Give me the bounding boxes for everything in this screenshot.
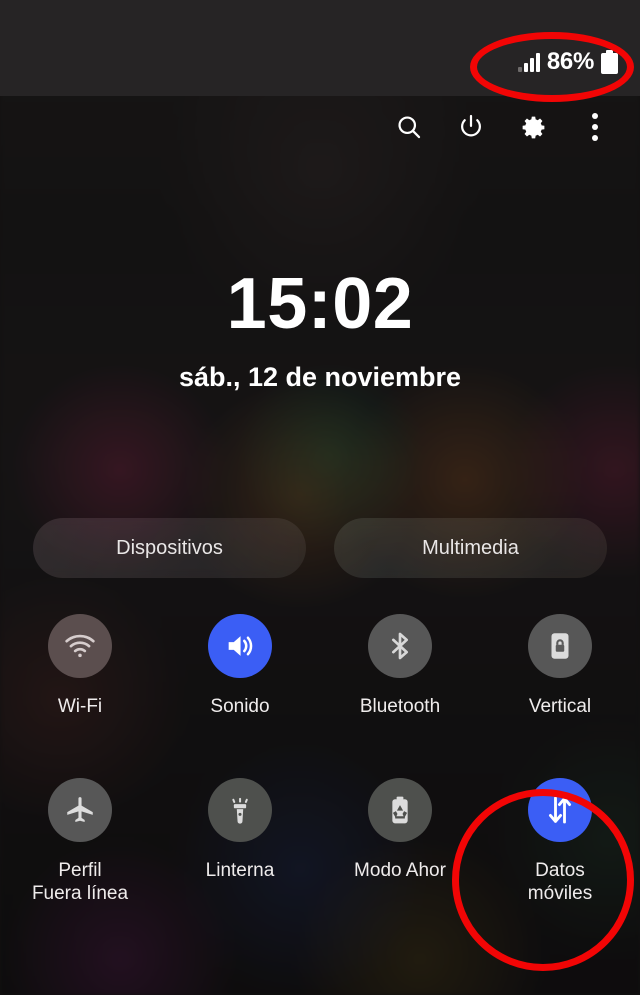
quick-tile-battery-saver[interactable]: Modo Ahor — [320, 778, 480, 905]
flashlight-icon — [208, 778, 272, 843]
battery-percent-label: 86% — [546, 48, 594, 75]
battery-saver-icon — [368, 778, 432, 843]
quick-tile-flashlight[interactable]: Linterna — [160, 778, 320, 905]
status-bar-right-cluster: 86% — [517, 48, 618, 75]
android-quick-settings-panel: 86% 15:02 sáb., 12 de noviembre Disposit… — [0, 0, 640, 995]
quick-tile-rotation[interactable]: Vertical — [480, 614, 640, 718]
quick-tile-rotation-label: Vertical — [528, 696, 592, 717]
quick-tile-battery-saver-label: Modo Ahor — [354, 860, 446, 882]
quick-tile-sound-label: Sonido — [210, 696, 270, 717]
bluetooth-icon — [368, 614, 432, 678]
signal-bars-icon — [517, 52, 540, 72]
quick-tile-flashlight-label: Linterna — [205, 860, 275, 882]
quick-settings-grid: Wi-Fi Sonido Bluetooth Vertical Perfil F… — [0, 614, 640, 906]
wifi-icon — [48, 614, 112, 678]
quick-tile-bluetooth[interactable]: Bluetooth — [320, 614, 480, 718]
quick-tile-mobile-data[interactable]: Datos móviles — [480, 778, 640, 905]
quick-tile-wifi[interactable]: Wi-Fi — [0, 614, 160, 718]
quick-settings-header-icons — [378, 104, 626, 150]
devices-pill[interactable]: Dispositivos — [33, 518, 306, 578]
search-icon[interactable] — [378, 104, 440, 150]
devices-pill-label: Dispositivos — [116, 536, 223, 559]
clock-date[interactable]: sáb., 12 de noviembre — [0, 364, 640, 391]
more-options-icon[interactable] — [564, 104, 626, 150]
media-pill[interactable]: Multimedia — [334, 518, 607, 578]
media-pill-label: Multimedia — [422, 536, 519, 559]
quick-tile-sound[interactable]: Sonido — [160, 614, 320, 718]
quick-tile-wifi-label: Wi-Fi — [57, 696, 103, 717]
power-icon[interactable] — [440, 104, 502, 150]
rotation-lock-icon — [528, 614, 592, 678]
quick-tile-mobile-data-label: Datos móviles — [527, 860, 593, 905]
airplane-icon — [48, 778, 112, 843]
battery-full-icon — [601, 50, 618, 74]
quick-tile-bluetooth-label: Bluetooth — [359, 696, 441, 717]
quick-tile-airplane[interactable]: Perfil Fuera línea — [0, 778, 160, 905]
clock-block: 15:02 sáb., 12 de noviembre — [0, 268, 640, 391]
quick-tile-airplane-label: Perfil Fuera línea — [31, 860, 129, 905]
shortcut-pills: Dispositivos Multimedia — [33, 518, 607, 578]
mobile-data-icon — [528, 778, 592, 843]
gear-icon[interactable] — [502, 104, 564, 150]
clock-time[interactable]: 15:02 — [0, 268, 640, 340]
status-bar: 86% — [0, 0, 640, 96]
volume-icon — [208, 614, 272, 678]
